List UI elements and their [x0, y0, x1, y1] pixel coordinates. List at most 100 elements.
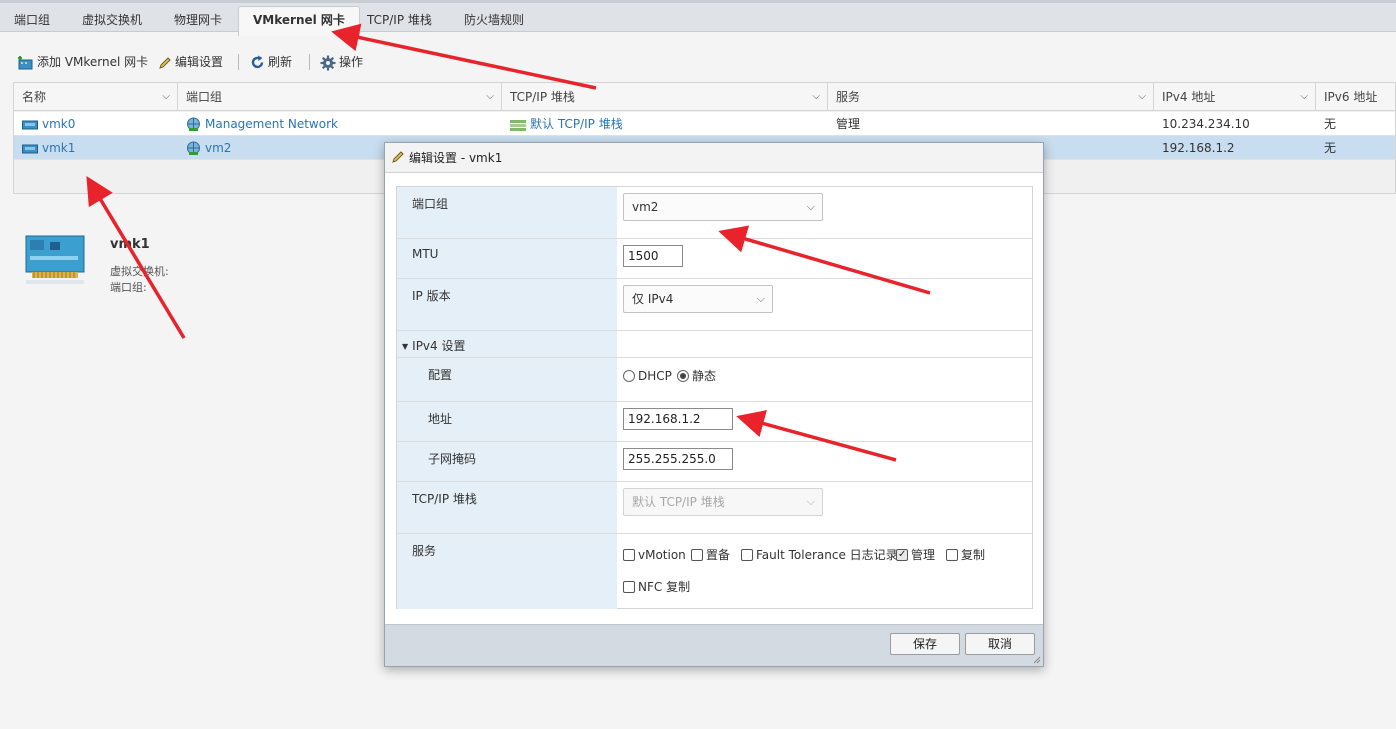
nfc-replication-label: NFC 复制 [638, 580, 691, 594]
row-name-cell[interactable]: vmk0 [14, 112, 178, 136]
form-row-ipv4-section: ▼ IPv4 设置 [397, 331, 1032, 358]
column-header-label: 端口组 [186, 90, 223, 104]
ip-address-input[interactable]: 192.168.1.2 [623, 408, 733, 430]
cancel-button[interactable]: 取消 [965, 633, 1035, 655]
actions-button[interactable]: 操作 [320, 50, 363, 74]
column-header-ipv6[interactable]: IPv6 地址 [1316, 83, 1396, 111]
replication-checkbox[interactable]: 复制 [946, 547, 985, 563]
portgroup-select[interactable]: vm2 ⌵ [623, 193, 823, 221]
config-label: 配置 [397, 358, 617, 401]
row-name-cell[interactable]: vmk1 [14, 136, 178, 160]
dhcp-radio[interactable]: DHCP [623, 368, 672, 384]
detail-portgroup-label: 端口组: [110, 281, 147, 294]
portgroup-label: 端口组 [397, 187, 617, 238]
static-label: 静态 [692, 369, 717, 383]
provisioning-checkbox[interactable]: 置备 [691, 547, 730, 563]
nav-tab-bar: 端口组 虚拟交换机 物理网卡 VMkernel 网卡 TCP/IP 堆栈 防火墙… [0, 0, 1396, 36]
annotation-arrow-tab [331, 23, 597, 90]
add-nic-icon [18, 55, 33, 69]
column-header-label: TCP/IP 堆栈 [510, 90, 575, 104]
mtu-input[interactable]: 1500 [623, 245, 683, 267]
ipv4-section-label: IPv4 设置 [412, 339, 466, 353]
fault-tolerance-label: Fault Tolerance 日志记录 [756, 548, 898, 562]
form-row-mtu: MTU 1500 [397, 239, 1032, 279]
column-header-label: 名称 [22, 90, 47, 104]
form-row-services: 服务 vMotion 置备 Fault Tolerance 日志记录 管理 复制 [397, 534, 1032, 609]
vmotion-checkbox[interactable]: vMotion [623, 547, 686, 563]
column-header-ipv4[interactable]: IPv4 地址 ⌵ [1154, 83, 1316, 111]
checkbox[interactable] [741, 549, 753, 561]
tab-port-groups[interactable]: 端口组 [0, 7, 64, 35]
checkbox-checked[interactable] [896, 549, 908, 561]
tab-virtual-switches[interactable]: 虚拟交换机 [68, 7, 156, 35]
chevron-down-icon: ⌵ [1300, 91, 1308, 102]
nfc-replication-checkbox[interactable]: NFC 复制 [623, 579, 690, 595]
form-row-ip-version: IP 版本 仅 IPv4 ⌵ [397, 279, 1032, 331]
add-vmkernel-nic-button[interactable]: 添加 VMkernel 网卡 [18, 50, 148, 74]
radio-button[interactable] [623, 370, 635, 382]
form-row-netmask: 子网掩码 255.255.255.0 [397, 442, 1032, 482]
row-name: vmk1 [42, 141, 76, 155]
tcpip-stack-select: 默认 TCP/IP 堆栈 ⌵ [623, 488, 823, 516]
dialog-title-bar[interactable]: 编辑设置 - vmk1 [385, 143, 1043, 173]
edit-settings-button[interactable]: 编辑设置 [158, 50, 223, 74]
network-card-icon [25, 235, 85, 284]
ip-version-select[interactable]: 仅 IPv4 ⌵ [623, 285, 773, 313]
chevron-down-icon: ⌵ [806, 200, 815, 213]
tab-physical-nics[interactable]: 物理网卡 [160, 7, 236, 35]
provisioning-label: 置备 [706, 548, 731, 562]
checkbox[interactable] [946, 549, 958, 561]
column-header-name[interactable]: 名称 ⌵ [14, 83, 178, 111]
detail-title: vmk1 [110, 237, 150, 252]
portgroup-globe-icon [187, 141, 200, 155]
tab-tcpip-stacks[interactable]: TCP/IP 堆栈 [353, 7, 446, 35]
column-header-portgroup[interactable]: 端口组 ⌵ [178, 83, 502, 111]
chevron-down-icon: ⌵ [756, 292, 765, 305]
chevron-down-icon: ⌵ [1138, 91, 1146, 102]
tcpip-stack-icon [510, 119, 526, 131]
add-vmkernel-nic-label: 添加 VMkernel 网卡 [37, 55, 149, 69]
settings-form: 端口组 vm2 ⌵ MTU 1500 IP 版本 仅 IPv4 ⌵ ▼ IPv4… [396, 186, 1033, 609]
caret-down-icon: ▼ [402, 342, 409, 351]
row-tcpip-stack: 默认 TCP/IP 堆栈 [530, 117, 623, 131]
save-button[interactable]: 保存 [890, 633, 960, 655]
pencil-icon [392, 151, 404, 163]
pencil-icon [159, 56, 171, 69]
checkbox[interactable] [623, 581, 635, 593]
replication-label: 复制 [961, 548, 986, 562]
row-portgroup-cell[interactable]: Management Network [178, 112, 502, 136]
resize-grip-icon[interactable] [1033, 656, 1041, 664]
row-tcpip-cell[interactable]: 默认 TCP/IP 堆栈 [502, 112, 828, 136]
chevron-down-icon: ⌵ [812, 91, 820, 102]
mtu-label: MTU [397, 239, 617, 278]
table-row[interactable]: vmk0 Management Network 默认 TCP/IP 堆栈 管理 … [14, 112, 1395, 136]
refresh-button[interactable]: 刷新 [250, 50, 292, 74]
tab-firewall-rules[interactable]: 防火墙规则 [450, 7, 538, 35]
row-ipv6: 无 [1324, 117, 1337, 131]
netmask-label: 子网掩码 [397, 442, 617, 481]
chevron-down-icon: ⌵ [486, 91, 494, 102]
services-label: 服务 [397, 534, 617, 609]
static-radio[interactable]: 静态 [677, 368, 716, 384]
dhcp-label: DHCP [638, 369, 672, 383]
ip-version-label: IP 版本 [397, 279, 617, 330]
annotation-arrow-row [86, 176, 186, 339]
fault-tolerance-checkbox[interactable]: Fault Tolerance 日志记录 [741, 547, 898, 563]
toolbar-divider [309, 54, 310, 70]
portgroup-globe-icon [187, 117, 200, 131]
radio-button-selected[interactable] [677, 370, 689, 382]
column-header-tcpip-stack[interactable]: TCP/IP 堆栈 ⌵ [502, 83, 828, 111]
subnet-mask-input[interactable]: 255.255.255.0 [623, 448, 733, 470]
column-header-services[interactable]: 服务 ⌵ [828, 83, 1154, 111]
toolbar-divider [238, 54, 239, 70]
vmotion-label: vMotion [638, 548, 686, 562]
edit-settings-label: 编辑设置 [175, 55, 224, 69]
vmkernel-nic-icon [22, 120, 38, 129]
checkbox[interactable] [623, 549, 635, 561]
checkbox[interactable] [691, 549, 703, 561]
tab-vmkernel-nics[interactable]: VMkernel 网卡 [238, 6, 360, 36]
form-row-config: 配置 DHCP 静态 [397, 358, 1032, 402]
ipv4-section-toggle[interactable]: ▼ IPv4 设置 [397, 331, 617, 357]
management-checkbox[interactable]: 管理 [896, 547, 935, 563]
chevron-down-icon: ⌵ [162, 91, 170, 102]
